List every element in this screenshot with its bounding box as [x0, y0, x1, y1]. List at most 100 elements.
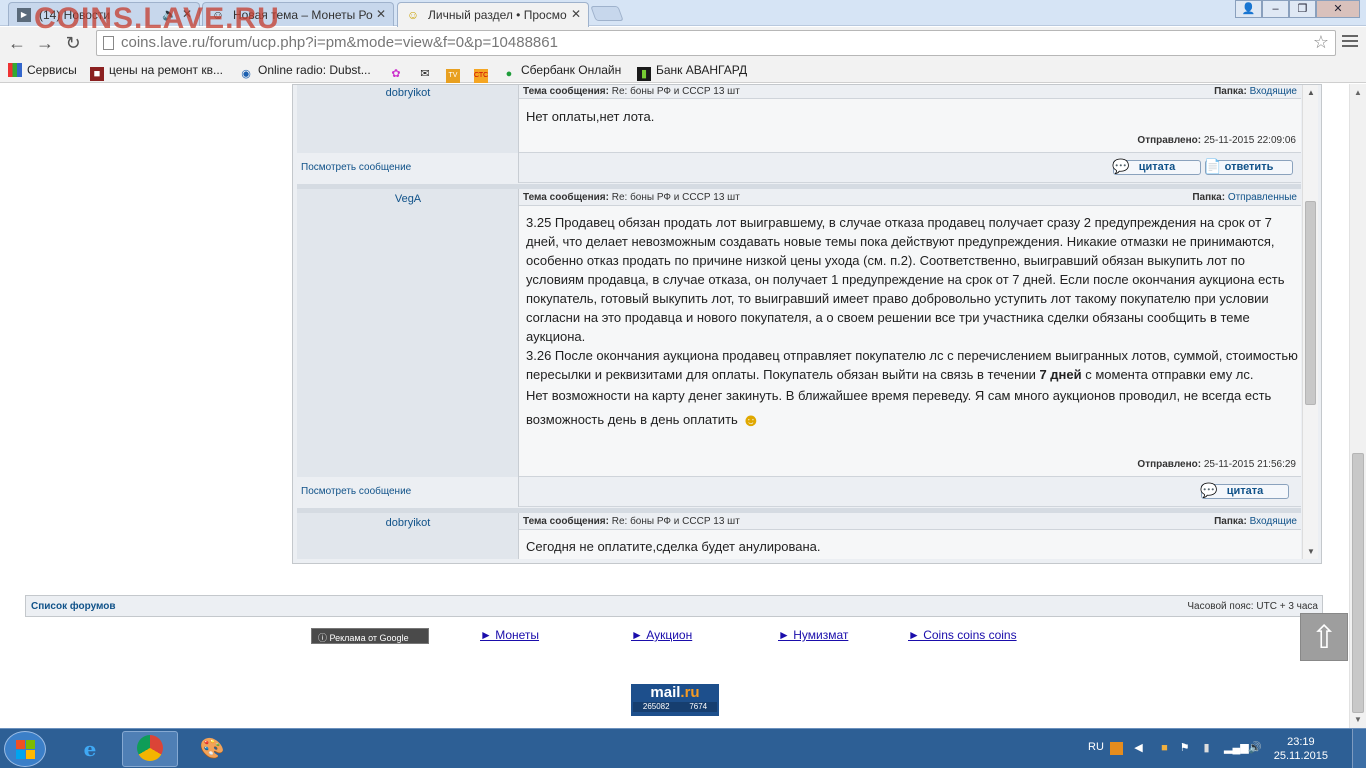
ad-link-coins-coins[interactable]: ► Coins coins coins: [908, 628, 1017, 642]
timezone-label: Часовой пояс: UTC + 3 часа: [1187, 601, 1318, 612]
sberbank-icon: ●: [505, 68, 513, 80]
scroll-up-arrow-icon[interactable]: ▲: [1307, 88, 1315, 97]
tray-flag-icon[interactable]: ⚑: [1178, 742, 1191, 755]
window-controls: 👤 – ❐ ✕: [1235, 0, 1360, 18]
ad-link-auction[interactable]: ► Аукцион: [631, 628, 692, 642]
watermark: COINS.LAVE.RU: [34, 2, 280, 35]
volume-icon[interactable]: 🔊: [1248, 742, 1262, 755]
sent-time: 25-11-2015 21:56:29: [1203, 459, 1296, 470]
view-message-link[interactable]: Посмотреть сообщение: [301, 486, 411, 497]
restore-button[interactable]: ❐: [1289, 0, 1316, 18]
chrome-icon: [137, 735, 163, 761]
google-ads-label[interactable]: ⓘ Реклама от Google: [311, 628, 429, 644]
quote-button[interactable]: 💬 цитата: [1200, 482, 1289, 499]
scroll-down-arrow-icon[interactable]: ▼: [1354, 715, 1362, 724]
taskbar-paint[interactable]: 🎨: [184, 731, 240, 767]
folder-link[interactable]: Входящие: [1250, 86, 1297, 97]
bookmark-label: цены на ремонт кв...: [109, 63, 223, 77]
close-window-button[interactable]: ✕: [1316, 0, 1360, 18]
new-tab-button[interactable]: [590, 6, 624, 21]
taskbar-ie[interactable]: e: [62, 731, 118, 767]
tray-device-icon[interactable]: ▮: [1200, 742, 1213, 755]
reply-button[interactable]: 📄 ответить: [1204, 158, 1293, 175]
view-message-link[interactable]: Посмотреть сообщение: [301, 162, 411, 173]
language-indicator[interactable]: RU: [1088, 741, 1104, 753]
bookmark-colors[interactable]: ✿: [389, 63, 408, 81]
quote-icon: 💬: [1200, 482, 1218, 498]
system-tray: RU ◀ ■ ⚑ ▮ ▂▄▆ 🔊 23:19 25.11.2015: [1066, 729, 1366, 768]
reply-label: ответить: [1224, 161, 1274, 173]
bookmark-mail[interactable]: ✉: [418, 63, 437, 81]
taskbar-chrome[interactable]: [122, 731, 178, 767]
scroll-up-arrow-icon[interactable]: ▲: [1354, 88, 1362, 97]
menu-icon[interactable]: [1342, 35, 1358, 49]
bookmark-avangard[interactable]: ▮ Банк АВАНГАРД: [637, 63, 747, 81]
close-icon[interactable]: ✕: [376, 7, 386, 21]
message-post: dobryikot Тема сообщения: Re: боны РФ и …: [297, 513, 1301, 559]
scroll-thumb[interactable]: [1352, 453, 1364, 713]
author-name[interactable]: dobryikot: [297, 87, 519, 99]
page-scrollbar[interactable]: ▲ ▼: [1349, 84, 1366, 728]
folder-link[interactable]: Входящие: [1250, 516, 1297, 527]
sent-label: Отправлено:: [1137, 459, 1202, 470]
show-desktop-button[interactable]: [1352, 729, 1366, 768]
folder-label: Папка:: [1214, 86, 1247, 97]
folder-link[interactable]: Отправленные: [1228, 192, 1297, 203]
ad-link-coins[interactable]: ► Монеты: [480, 628, 539, 642]
tray-security-icon[interactable]: ■: [1158, 742, 1171, 755]
author-name[interactable]: VegA: [297, 193, 519, 205]
message-text: 3.25 Продавец обязан продать лот выиграв…: [526, 213, 1298, 432]
minimize-button[interactable]: –: [1262, 0, 1289, 18]
user-icon[interactable]: 👤: [1235, 0, 1262, 18]
network-signal-icon[interactable]: ▂▄▆: [1224, 742, 1249, 755]
scroll-thumb[interactable]: [1305, 201, 1316, 405]
mailru-counter[interactable]: mail.ru 265082 7674: [631, 684, 719, 716]
quote-icon: 💬: [1112, 158, 1130, 174]
clock[interactable]: 23:19 25.11.2015: [1274, 735, 1328, 763]
subject-value: Re: боны РФ и СССР 13 шт: [611, 192, 740, 203]
bookmark-sberbank[interactable]: ● Сбербанк Онлайн: [502, 63, 622, 81]
message-paragraph: Нет возможности на карту денег закинуть.…: [526, 384, 1298, 432]
back-button[interactable]: ←: [6, 32, 28, 54]
address-bar[interactable]: coins.lave.ru/forum/ucp.php?i=pm&mode=vi…: [96, 30, 1336, 56]
close-icon[interactable]: ✕: [571, 7, 581, 21]
post-actions: Посмотреть сообщение 💬 цитата: [297, 477, 1301, 507]
mail-icon: ✉: [420, 68, 430, 80]
tray-app-icon[interactable]: [1110, 742, 1123, 755]
subject-value: Re: боны РФ и СССР 13 шт: [611, 86, 740, 97]
message-paragraph: 3.25 Продавец обязан продать лот выиграв…: [526, 215, 1285, 344]
paragraph-bold: 7 дней: [1039, 367, 1082, 382]
quote-label: цитата: [1138, 161, 1176, 173]
tray-arrow-icon[interactable]: ◀: [1132, 742, 1145, 755]
ad-link-numismat[interactable]: ► Нумизмат: [778, 628, 848, 642]
internet-explorer-icon: e: [83, 737, 97, 761]
message-folder: Папка: Входящие: [1214, 86, 1297, 97]
scroll-down-arrow-icon[interactable]: ▼: [1307, 547, 1315, 556]
message-post: VegA Тема сообщения: Re: боны РФ и СССР …: [297, 189, 1301, 477]
start-button[interactable]: [4, 731, 46, 767]
mailru-logo: mail.ru: [631, 684, 719, 702]
scroll-to-top-button[interactable]: ⇧: [1300, 613, 1348, 661]
quote-button[interactable]: 💬 цитата: [1112, 158, 1201, 175]
tab-personal-section[interactable]: ☺ Личный раздел • Просмо ✕: [397, 2, 589, 27]
bookmark-repair-prices[interactable]: ■ цены на ремонт кв...: [90, 63, 223, 81]
info-icon: ⓘ: [318, 633, 330, 643]
star-icon[interactable]: ☆: [1313, 32, 1329, 53]
clock-date: 25.11.2015: [1273, 750, 1328, 762]
message-folder: Папка: Отправленные: [1192, 192, 1297, 203]
author-column: [297, 189, 519, 477]
bookmark-label: Сервисы: [27, 63, 77, 77]
forum-list-link[interactable]: Список форумов: [31, 601, 116, 612]
bookmark-tv[interactable]: TV: [446, 63, 465, 83]
bookmark-online-radio[interactable]: ◉ Online radio: Dubst...: [239, 63, 371, 81]
bookmark-label: Online radio: Dubst...: [258, 63, 371, 77]
radio-icon: ◉: [241, 68, 251, 80]
bookmark-services[interactable]: Сервисы: [8, 63, 77, 77]
message-paragraph: 3.26 После окончания аукциона продавец о…: [526, 346, 1298, 384]
message-scrollbar[interactable]: ▲ ▼: [1302, 85, 1318, 559]
bookmark-ctc[interactable]: СТС: [474, 63, 493, 83]
message-subject: Тема сообщения: Re: боны РФ и СССР 13 шт: [523, 86, 740, 97]
tv-icon: TV: [446, 69, 460, 83]
sent-time: 25-11-2015 22:09:06: [1203, 135, 1296, 146]
author-name[interactable]: dobryikot: [297, 517, 519, 529]
